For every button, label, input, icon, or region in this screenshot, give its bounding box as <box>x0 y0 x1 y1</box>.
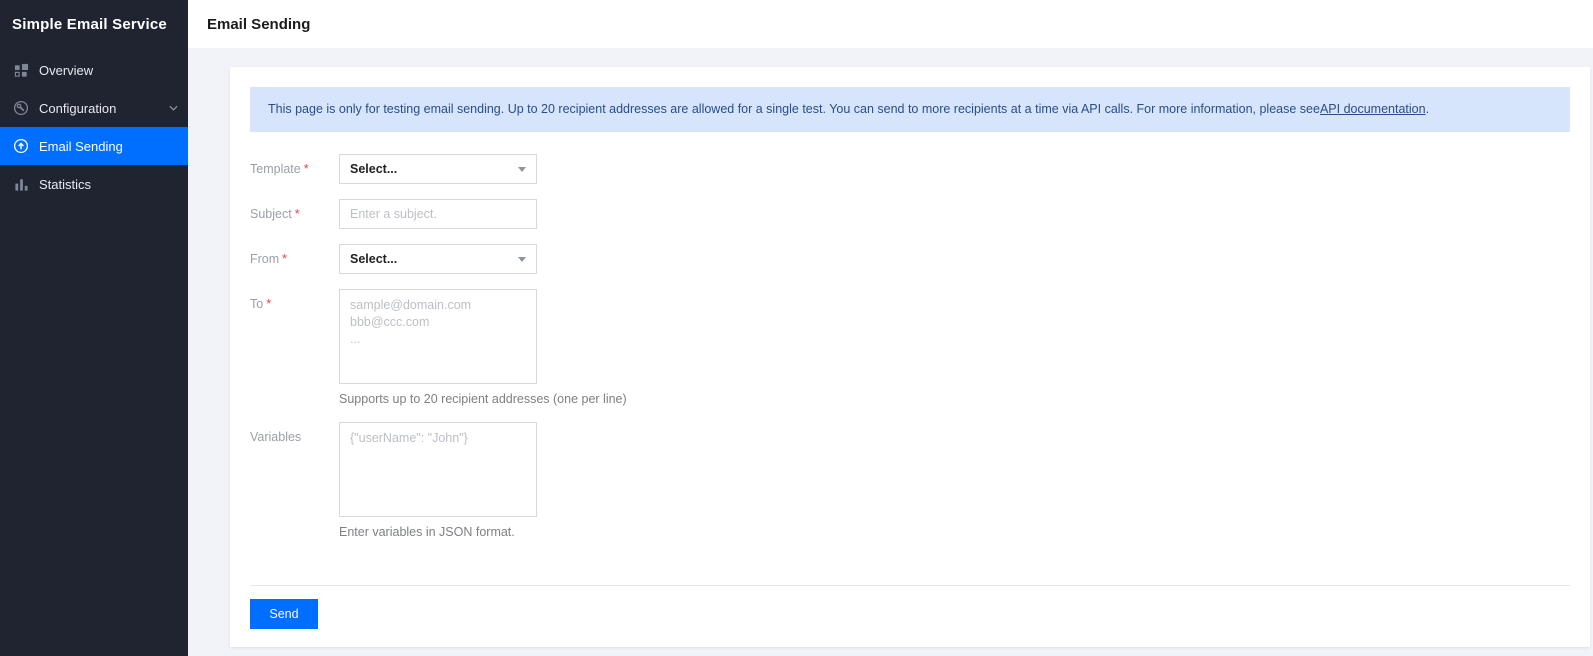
form-row-to: To* Supports up to 20 recipient addresse… <box>250 289 1570 407</box>
sidebar-item-label: Email Sending <box>39 138 123 154</box>
variables-label: Variables <box>250 430 302 444</box>
sidebar-item-configuration[interactable]: Configuration <box>0 89 188 127</box>
email-sending-card: This page is only for testing email send… <box>230 67 1590 647</box>
chevron-down-icon <box>518 166 526 172</box>
field-control: Enter variables in JSON format. <box>339 422 1570 540</box>
from-select[interactable]: Select... <box>339 244 537 274</box>
form-row-template: Template * Select... <box>250 154 1570 184</box>
template-select[interactable]: Select... <box>339 154 537 184</box>
send-test-form: Template * Select... Subject * Enter a s… <box>250 154 1570 540</box>
field-label: To * <box>250 289 339 407</box>
sidebar-item-label: Statistics <box>39 176 92 192</box>
form-row-subject: Subject * <box>250 199 1570 229</box>
sidebar-item-overview[interactable]: Overview <box>0 51 188 89</box>
field-control: Select... <box>339 244 1570 274</box>
from-label: From <box>250 252 280 266</box>
form-row-from: From * Select... <box>250 244 1570 274</box>
field-label: Subject * <box>250 199 339 229</box>
banner-text: This page is only for testing email send… <box>268 102 1320 116</box>
template-select-value: Select... <box>350 162 398 176</box>
grid-icon <box>13 62 29 78</box>
app-window: Simple Email Service Overview Configurat… <box>0 0 1593 656</box>
info-banner: This page is only for testing email send… <box>250 87 1570 132</box>
required-asterisk: * <box>303 162 309 176</box>
sidebar-item-label: Configuration <box>39 100 117 116</box>
required-asterisk: * <box>266 297 272 311</box>
subject-input[interactable] <box>339 199 537 229</box>
sidebar-nav: Overview Configuration Email Sending Sta… <box>0 51 188 203</box>
page-title: Email Sending <box>207 15 311 33</box>
sidebar-item-statistics[interactable]: Statistics <box>0 165 188 203</box>
app-title: Simple Email Service <box>12 16 167 33</box>
content-area: This page is only for testing email send… <box>188 48 1593 656</box>
bar-chart-icon <box>13 176 29 192</box>
send-button[interactable]: Send <box>250 599 318 629</box>
wrench-icon <box>13 100 29 116</box>
sidebar: Simple Email Service Overview Configurat… <box>0 0 188 656</box>
form-row-variables: Variables Enter variables in JSON format… <box>250 422 1570 540</box>
required-asterisk: * <box>294 207 300 221</box>
field-control <box>339 199 1570 229</box>
page-header: Email Sending <box>188 0 1593 48</box>
field-label: Variables <box>250 422 339 540</box>
chevron-down-icon <box>518 256 526 262</box>
to-textarea[interactable] <box>339 289 537 384</box>
to-helper-text: Supports up to 20 recipient addresses (o… <box>339 392 627 406</box>
required-asterisk: * <box>282 252 288 266</box>
send-icon <box>13 138 29 154</box>
template-label: Template <box>250 162 301 176</box>
field-label: From * <box>250 244 339 274</box>
variables-helper-text: Enter variables in JSON format. <box>339 525 515 539</box>
subject-label: Subject <box>250 207 292 221</box>
form-divider <box>250 585 1570 586</box>
from-select-value: Select... <box>350 252 398 266</box>
api-documentation-link[interactable]: API documentation <box>1320 87 1426 132</box>
variables-textarea[interactable] <box>339 422 537 517</box>
chevron-down-icon <box>169 105 178 111</box>
main-area: Email Sending This page is only for test… <box>188 0 1593 656</box>
field-control: Supports up to 20 recipient addresses (o… <box>339 289 1570 407</box>
sidebar-item-email-sending[interactable]: Email Sending <box>0 127 188 165</box>
field-label: Template * <box>250 154 339 184</box>
to-label: To <box>250 297 264 311</box>
banner-text-end: . <box>1425 102 1430 116</box>
field-control: Select... <box>339 154 1570 184</box>
sidebar-item-label: Overview <box>39 62 94 78</box>
